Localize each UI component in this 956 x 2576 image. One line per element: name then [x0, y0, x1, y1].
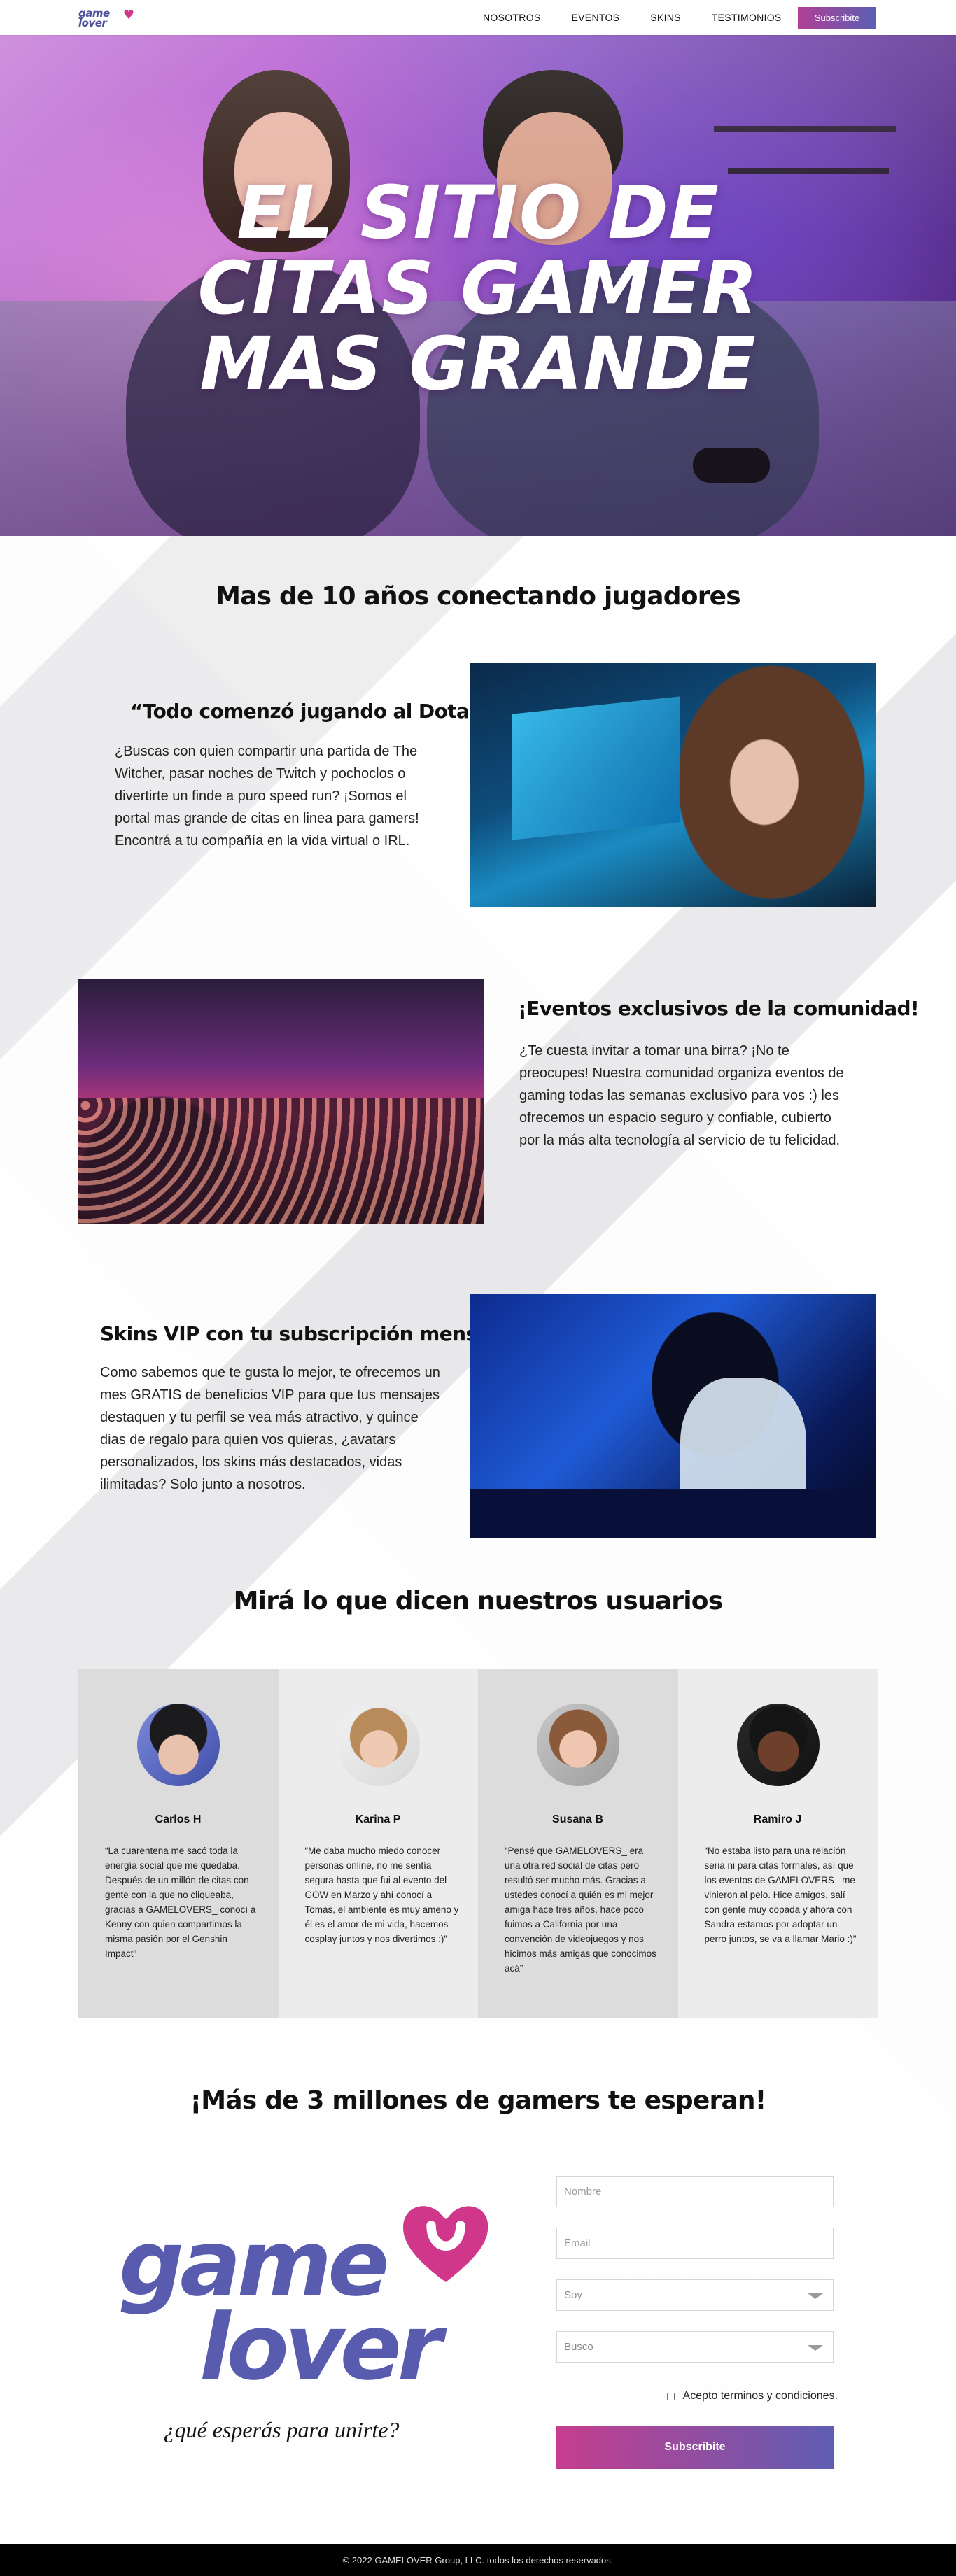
- site-header: game lover ♥ NOSOTROS EVENTOS SKINS TEST…: [0, 0, 956, 35]
- about-section-title: Mas de 10 años conectando jugadores: [216, 582, 741, 611]
- photo-esports-crowd: [78, 979, 484, 1224]
- nav-item-nosotros[interactable]: NOSOTROS: [483, 12, 541, 23]
- feature-heading-skins: Skins VIP con tu subscripción mensual: [100, 1322, 510, 1345]
- header-logo-text: game lover: [78, 7, 110, 29]
- avatar: [137, 1704, 220, 1786]
- testimonial-quote: “Me daba mucho miedo conocer personas on…: [304, 1846, 459, 1944]
- hero-title-line2: CITAS GAMER: [197, 246, 759, 331]
- signup-section-title: ¡Más de 3 millones de gamers te esperan!: [190, 2086, 767, 2115]
- testimonial-name: Karina P: [355, 1813, 401, 1825]
- avatar: [736, 1704, 820, 1786]
- testimonial-name: Carlos H: [155, 1813, 202, 1825]
- testimonial-card: Susana B “Pensé que GAMELOVERS_ era una …: [478, 1669, 678, 2018]
- main-nav: NOSOTROS EVENTOS SKINS TESTIMONIOS: [483, 0, 813, 35]
- testimonial-quote: “La cuarentena me sacó toda la energía s…: [105, 1846, 256, 1959]
- email-field[interactable]: [556, 2228, 834, 2259]
- testimonial-card: Ramiro J “No estaba listo para una relac…: [677, 1669, 878, 2018]
- gamelover-logo: game lover: [119, 2190, 511, 2400]
- testimonial-quote: “Pensé que GAMELOVERS_ era una otra red …: [505, 1846, 656, 1974]
- hero-title-line1: EL SITIO DE: [237, 170, 719, 255]
- nav-item-eventos[interactable]: EVENTOS: [572, 12, 620, 23]
- hero-title: EL SITIO DE CITAS GAMER MAS GRANDE: [0, 175, 956, 402]
- hero-title-line3: MAS GRANDE: [199, 321, 757, 406]
- testimonial-card: Karina P “Me daba mucho miedo conocer pe…: [278, 1669, 478, 2018]
- testimonials-grid: Carlos H “La cuarentena me sacó toda la …: [78, 1669, 878, 2018]
- site-footer: © 2022 GAMELOVER Group, LLC. todos los d…: [0, 2544, 956, 2576]
- testimonial-card: Carlos H “La cuarentena me sacó toda la …: [78, 1669, 279, 2018]
- feature-text-dota: ¿Buscas con quien compartir una partida …: [115, 744, 419, 849]
- hero-banner: EL SITIO DE CITAS GAMER MAS GRANDE: [0, 35, 956, 536]
- feature-text-events: ¿Te cuesta invitar a tomar una birra? ¡N…: [519, 1043, 844, 1148]
- name-input[interactable]: [564, 2186, 826, 2198]
- logo-word-lover: lover: [199, 2294, 442, 2400]
- header-subscribe-button[interactable]: Subscribite: [798, 7, 876, 29]
- photo-gamer-girl: [470, 663, 876, 907]
- feature-text-skins: Como sabemos que te gusta lo mejor, te o…: [100, 1365, 440, 1492]
- signup-tagline: ¿qué esperás para unirte?: [163, 2417, 400, 2442]
- soy-select[interactable]: Soy: [556, 2279, 834, 2311]
- testimonial-quote: “No estaba listo para una relación seria…: [704, 1846, 857, 1944]
- nav-item-skins[interactable]: SKINS: [650, 12, 681, 23]
- nav-item-testimonios[interactable]: TESTIMONIOS: [712, 12, 782, 23]
- avatar: [537, 1704, 619, 1786]
- header-logo[interactable]: game lover ♥: [78, 4, 134, 32]
- testimonials-section-title: Mirá lo que dicen nuestros usuarios: [233, 1587, 724, 1615]
- busco-select-label: Busco: [564, 2341, 593, 2353]
- photo-esports-player: [470, 1294, 876, 1538]
- name-field[interactable]: [556, 2176, 834, 2207]
- feature-heading-events: ¡Eventos exclusivos de la comunidad!: [518, 997, 920, 1020]
- heart-icon: [402, 2206, 488, 2282]
- terms-label: Acepto terminos y condiciones.: [682, 2390, 838, 2402]
- heart-icon: ♥: [122, 7, 134, 22]
- signup-submit-button[interactable]: Subscribite: [556, 2426, 834, 2469]
- footer-copyright: © 2022 GAMELOVER Group, LLC. todos los d…: [342, 2554, 614, 2566]
- email-input[interactable]: [564, 2237, 826, 2249]
- terms-checkbox[interactable]: [666, 2392, 675, 2400]
- testimonial-name: Ramiro J: [753, 1813, 802, 1825]
- avatar: [337, 1704, 420, 1786]
- testimonial-name: Susana B: [552, 1813, 603, 1825]
- busco-select[interactable]: Busco: [556, 2331, 834, 2363]
- terms-checkbox-row[interactable]: Acepto terminos y condiciones.: [649, 2388, 838, 2405]
- soy-select-label: Soy: [564, 2289, 582, 2301]
- feature-heading-dota: “Todo comenzó jugando al Dota 2”: [130, 700, 502, 723]
